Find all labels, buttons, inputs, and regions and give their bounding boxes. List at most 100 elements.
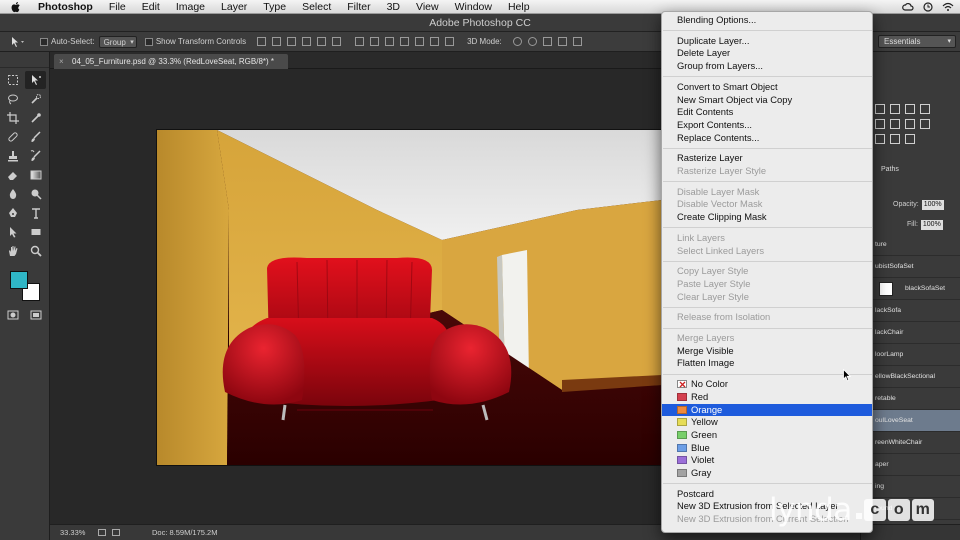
menu-item-new-smart-object-via-copy[interactable]: New Smart Object via Copy (662, 94, 872, 107)
document-tab[interactable]: × 04_05_Furniture.psd @ 33.3% (RedLoveSe… (54, 54, 289, 69)
document-size[interactable]: Doc: 8.59M/175.2M (152, 525, 217, 540)
show-transform-checkbox[interactable] (144, 37, 153, 46)
menu-item-blending-options[interactable]: Blending Options... (662, 14, 872, 27)
adjust-channel-mixer-icon[interactable] (920, 119, 930, 129)
adjust-gradient-icon[interactable] (920, 104, 930, 114)
adjust-invert-icon[interactable] (875, 134, 885, 144)
type-tool-icon[interactable] (25, 204, 46, 222)
auto-select-dropdown[interactable]: Group (98, 35, 137, 48)
menu-app-name[interactable]: Photoshop (30, 0, 101, 14)
adjust-levels-icon[interactable] (875, 104, 885, 114)
quick-selection-tool-icon[interactable] (25, 90, 46, 108)
status-share-icon[interactable] (98, 529, 106, 536)
path-selection-tool-icon[interactable] (2, 223, 23, 241)
gradient-tool-icon[interactable] (25, 166, 46, 184)
auto-align-icon[interactable] (445, 37, 455, 46)
menu-3d[interactable]: 3D (379, 0, 408, 14)
layer-row[interactable]: lackChair (861, 322, 960, 344)
menu-item-blue[interactable]: Blue (662, 442, 872, 455)
apple-icon[interactable] (10, 1, 22, 13)
zoom-tool-icon[interactable] (25, 242, 46, 260)
blur-tool-icon[interactable] (2, 185, 23, 203)
3d-drag-icon[interactable] (542, 37, 552, 46)
menu-window[interactable]: Window (447, 0, 500, 14)
eraser-tool-icon[interactable] (2, 166, 23, 184)
3d-rotate-icon[interactable] (512, 37, 522, 46)
distribute-left-icon[interactable] (400, 37, 410, 46)
3d-slide-icon[interactable] (557, 37, 567, 46)
tools-panel-grip[interactable] (0, 52, 49, 68)
healing-brush-tool-icon[interactable] (2, 128, 23, 146)
menu-view[interactable]: View (408, 0, 447, 14)
auto-select-checkbox[interactable] (40, 37, 48, 46)
screen-mode-icon[interactable] (25, 306, 46, 324)
quick-mask-icon[interactable] (2, 306, 23, 324)
foreground-color-swatch[interactable] (10, 271, 28, 289)
brush-tool-icon[interactable] (25, 128, 46, 146)
menu-item-merge-visible[interactable]: Merge Visible (662, 345, 872, 358)
pen-tool-icon[interactable] (2, 204, 23, 222)
menu-type[interactable]: Type (255, 0, 294, 14)
move-tool-icon[interactable] (25, 71, 46, 89)
distribute-hcenter-icon[interactable] (415, 37, 425, 46)
layer-row[interactable]: aper (861, 454, 960, 476)
menu-image[interactable]: Image (168, 0, 213, 14)
menu-item-export-contents[interactable]: Export Contents... (662, 119, 872, 132)
paths-tab[interactable]: Paths (881, 166, 899, 173)
adjust-exposure-icon[interactable] (905, 104, 915, 114)
status-export-icon[interactable] (112, 529, 120, 536)
time-machine-icon[interactable] (922, 2, 934, 12)
opacity-field[interactable]: 100% (921, 200, 944, 210)
align-vcenter-icon[interactable] (272, 37, 282, 46)
close-tab-icon[interactable]: × (59, 54, 64, 69)
menu-filter[interactable]: Filter (339, 0, 378, 14)
layer-row[interactable]: ellowBlackSectional (861, 366, 960, 388)
distribute-vcenter-icon[interactable] (370, 37, 380, 46)
align-left-icon[interactable] (302, 37, 312, 46)
menu-file[interactable]: File (101, 0, 134, 14)
adjust-balance-icon[interactable] (875, 119, 885, 129)
menu-item-yellow[interactable]: Yellow (662, 416, 872, 429)
menu-select[interactable]: Select (294, 0, 339, 14)
menu-item-orange[interactable]: Orange (662, 403, 872, 417)
menu-item-gray[interactable]: Gray (662, 467, 872, 480)
adjust-curves-icon[interactable] (890, 104, 900, 114)
adjust-threshold-icon[interactable] (905, 134, 915, 144)
menu-layer[interactable]: Layer (213, 0, 255, 14)
align-right-icon[interactable] (332, 37, 342, 46)
align-top-icon[interactable] (257, 37, 267, 46)
align-hcenter-icon[interactable] (317, 37, 327, 46)
align-bottom-icon[interactable] (287, 37, 297, 46)
distribute-top-icon[interactable] (355, 37, 365, 46)
workspace-switcher[interactable]: Essentials (878, 35, 956, 48)
menu-item-green[interactable]: Green (662, 429, 872, 442)
rectangle-tool-icon[interactable] (25, 223, 46, 241)
history-brush-tool-icon[interactable] (25, 147, 46, 165)
layer-row[interactable]: blackSofaSet (861, 278, 960, 300)
distribute-bottom-icon[interactable] (385, 37, 395, 46)
menu-item-replace-contents[interactable]: Replace Contents... (662, 132, 872, 145)
adjust-photo-filter-icon[interactable] (905, 119, 915, 129)
3d-scale-icon[interactable] (572, 37, 582, 46)
layer-row[interactable]: ubistSofaSet (861, 256, 960, 278)
eyedropper-tool-icon[interactable] (25, 109, 46, 127)
clone-stamp-tool-icon[interactable] (2, 147, 23, 165)
3d-roll-icon[interactable] (527, 37, 537, 46)
marquee-tool-icon[interactable] (2, 71, 23, 89)
zoom-level[interactable]: 33.33% (60, 525, 85, 540)
distribute-right-icon[interactable] (430, 37, 440, 46)
layer-row[interactable]: loorLamp (861, 344, 960, 366)
menu-item-duplicate-layer[interactable]: Duplicate Layer... (662, 35, 872, 48)
layer-row[interactable]: retable (861, 388, 960, 410)
move-tool-preset-icon[interactable] (10, 34, 32, 50)
menu-item-violet[interactable]: Violet (662, 454, 872, 467)
hand-tool-icon[interactable] (2, 242, 23, 260)
menu-item-create-clipping-mask[interactable]: Create Clipping Mask (662, 211, 872, 224)
adjust-posterize-icon[interactable] (890, 134, 900, 144)
menu-edit[interactable]: Edit (134, 0, 168, 14)
dodge-tool-icon[interactable] (25, 185, 46, 203)
fill-field[interactable]: 100% (920, 220, 943, 230)
layer-row-selected[interactable]: oulLoveSeat (861, 410, 960, 432)
menu-item-delete-layer[interactable]: Delete Layer (662, 47, 872, 60)
crop-tool-icon[interactable] (2, 109, 23, 127)
